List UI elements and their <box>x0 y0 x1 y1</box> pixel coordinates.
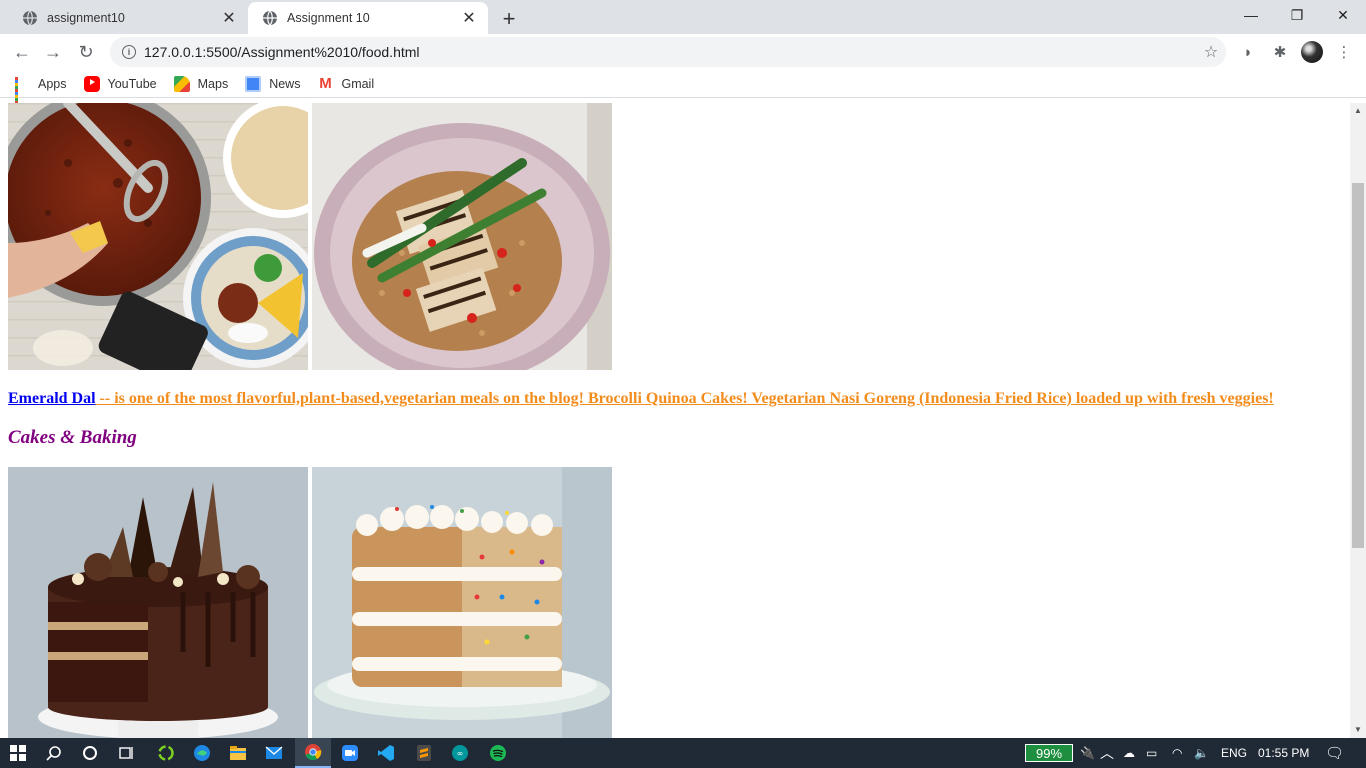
bookmark-news[interactable]: News <box>245 75 301 92</box>
bookmark-maps[interactable]: Maps <box>173 75 229 92</box>
bookmark-apps[interactable]: Apps <box>14 76 67 104</box>
address-bar[interactable]: i 127.0.0.1:5500/Assignment%2010/food.ht… <box>110 37 1226 67</box>
close-tab-icon[interactable]: ✕ <box>460 9 478 27</box>
power-plug-icon[interactable]: 🔌 <box>1080 738 1095 768</box>
youtube-icon <box>83 75 100 92</box>
page-scrollbar[interactable]: ▲ ▼ <box>1350 103 1366 738</box>
tab-assignment-10[interactable]: Assignment 10 ✕ <box>248 2 488 34</box>
volume-icon[interactable]: 🔈 <box>1194 738 1209 768</box>
site-info-icon[interactable]: i <box>122 45 136 59</box>
file-explorer-icon[interactable] <box>220 738 256 768</box>
bookmark-label: Maps <box>197 76 229 91</box>
maps-icon <box>173 75 190 92</box>
restore-button[interactable]: ❐ <box>1274 0 1320 30</box>
globe-icon <box>263 10 277 26</box>
arduino-icon[interactable]: ∞ <box>442 738 478 768</box>
bookmark-label: Gmail <box>341 76 375 91</box>
apps-grid-icon <box>14 76 30 104</box>
svg-text:∞: ∞ <box>457 749 464 758</box>
language-indicator[interactable]: ENG <box>1221 738 1247 768</box>
cortana-icon[interactable] <box>72 738 108 768</box>
forward-button[interactable]: → <box>38 37 68 67</box>
spotify-icon[interactable] <box>480 738 516 768</box>
tab-title: assignment10 <box>47 11 125 25</box>
news-icon <box>245 75 262 92</box>
sync-app-icon[interactable] <box>148 738 184 768</box>
search-icon[interactable] <box>36 738 72 768</box>
windows-taskbar: ∞ 99% 🔌 ︿ ☁ ▭ ◠ 🔈 ENG 01:55 PM 🗨 <box>0 738 1366 768</box>
mail-icon[interactable] <box>256 738 292 768</box>
chrome-taskbar-icon[interactable] <box>295 738 331 768</box>
task-view-icon[interactable] <box>108 738 144 768</box>
vscode-icon[interactable] <box>368 738 404 768</box>
windows-start-icon[interactable] <box>0 738 36 768</box>
new-tab-button[interactable]: + <box>495 5 523 33</box>
chili-bowl-image <box>8 103 308 370</box>
onedrive-cloud-icon[interactable]: ☁ <box>1123 738 1135 768</box>
browser-toolbar: ← → ↻ i 127.0.0.1:5500/Assignment%2010/f… <box>0 34 1366 70</box>
notifications-icon[interactable]: 🗨 <box>1325 738 1344 768</box>
clock-time[interactable]: 01:55 PM <box>1258 738 1309 768</box>
sublime-text-icon[interactable] <box>406 738 442 768</box>
section-heading: Cakes & Baking <box>8 427 137 448</box>
funfetti-cake-image <box>312 467 612 738</box>
scrollbar-thumb[interactable] <box>1352 183 1364 548</box>
page-viewport: Emerald Dal -- is one of the most flavor… <box>0 103 1350 738</box>
wifi-icon[interactable]: ◠ <box>1172 738 1182 768</box>
description-paragraph: Emerald Dal -- is one of the most flavor… <box>8 390 1274 408</box>
reload-button[interactable]: ↻ <box>71 37 101 67</box>
scroll-up-icon[interactable]: ▲ <box>1354 106 1362 115</box>
chocolate-cake-image <box>8 467 308 738</box>
scroll-down-icon[interactable]: ▼ <box>1354 725 1362 734</box>
bookmark-label: News <box>269 76 301 91</box>
close-window-button[interactable]: ✕ <box>1320 0 1366 30</box>
battery-indicator[interactable]: 99% <box>1025 744 1073 762</box>
description-link[interactable]: -- is one of the most flavorful,plant-ba… <box>96 390 1274 407</box>
menu-kebab-icon[interactable]: ⋮ <box>1333 41 1355 63</box>
bookmarks-bar: Apps YouTube Maps News M Gmail <box>0 70 1366 104</box>
address-url: 127.0.0.1:5500/Assignment%2010/food.html <box>144 44 420 60</box>
back-button[interactable]: ← <box>7 37 37 67</box>
funfetti-cake-illustration <box>312 467 612 738</box>
zoom-icon[interactable] <box>332 738 368 768</box>
bookmark-label: Apps <box>38 76 67 91</box>
tab-assignment10[interactable]: assignment10 ✕ <box>8 2 248 34</box>
minimize-button[interactable]: — <box>1228 0 1274 30</box>
chocolate-cake-illustration <box>8 467 308 738</box>
emerald-dal-link[interactable]: Emerald Dal <box>8 390 96 407</box>
chili-illustration <box>8 103 308 370</box>
bookmark-gmail[interactable]: M Gmail <box>317 74 375 92</box>
profile-avatar[interactable] <box>1301 41 1323 63</box>
show-hidden-icons-chevron-icon[interactable]: ︿ <box>1100 738 1114 768</box>
tab-strip: assignment10 ✕ Assignment 10 ✕ + — ❐ ✕ <box>0 0 1366 34</box>
bookmark-label: YouTube <box>107 76 157 91</box>
edge-icon[interactable] <box>184 738 220 768</box>
close-tab-icon[interactable]: ✕ <box>220 9 238 27</box>
tab-title: Assignment 10 <box>287 11 370 25</box>
gmail-icon: M <box>319 74 332 92</box>
shield-extension-icon[interactable]: ◗ <box>1237 41 1259 63</box>
tofu-rice-bowl-image <box>312 103 612 370</box>
battery-tray-icon[interactable]: ▭ <box>1146 738 1157 768</box>
extensions-puzzle-icon[interactable]: ✱ <box>1269 41 1291 63</box>
tofu-illustration <box>312 103 612 370</box>
bookmark-star-icon[interactable]: ☆ <box>1196 42 1226 62</box>
bookmark-youtube[interactable]: YouTube <box>83 75 157 92</box>
globe-icon <box>23 10 37 26</box>
